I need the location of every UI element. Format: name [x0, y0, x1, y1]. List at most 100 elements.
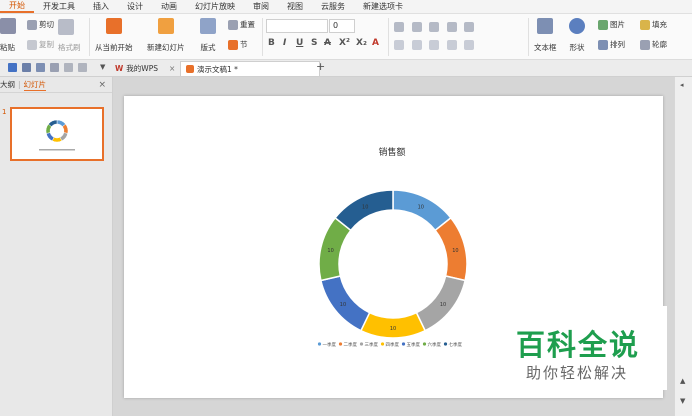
play-icon: [105, 18, 122, 34]
format-painter-button[interactable]: 格式刷: [58, 19, 81, 53]
copy-icon: [27, 39, 37, 50]
ribbon-divider: [528, 18, 529, 56]
align-center-icon[interactable]: [411, 40, 422, 50]
menu-bar: 开始 开发工具 插入 设计 动画 幻灯片放映 审阅 视图 云服务 新建选项卡: [0, 0, 692, 14]
tab-presentation[interactable]: 演示文稿1 *: [180, 61, 320, 76]
data-label: 10: [452, 248, 458, 254]
legend-label: 七季度: [449, 341, 463, 348]
tab-my-wps[interactable]: W 我的WPS ×: [110, 61, 180, 75]
panel-toggle-icon[interactable]: ◂: [680, 81, 684, 89]
redo-icon[interactable]: [78, 63, 87, 72]
legend-label: 六季度: [428, 341, 442, 348]
new-tab-button[interactable]: +: [316, 60, 325, 73]
decrease-indent-icon[interactable]: [429, 22, 440, 32]
text-direction-icon[interactable]: [464, 40, 475, 50]
font-name-field[interactable]: [266, 19, 328, 33]
print-icon[interactable]: [36, 63, 45, 72]
legend-label: 二季度: [344, 341, 358, 348]
font-color-button[interactable]: A: [372, 38, 379, 48]
vertical-scrollbar[interactable]: ◂ ▲ ▼: [674, 77, 692, 416]
shadow-button[interactable]: S: [311, 38, 317, 48]
bullet-list-icon[interactable]: [394, 22, 404, 32]
menu-tab[interactable]: 视图: [278, 0, 312, 13]
data-label: 10: [418, 204, 424, 210]
menu-tab[interactable]: 开发工具: [34, 0, 84, 13]
textbox-label: 文本框: [534, 43, 557, 52]
legend-marker: [359, 342, 364, 346]
play-from-current-label: 从当前开始: [95, 43, 133, 52]
watermark-logo: 百科全说 助你轻松解决: [492, 306, 667, 390]
increase-indent-icon[interactable]: [446, 22, 457, 32]
tab-divider: |: [18, 80, 21, 89]
legend-marker: [338, 342, 343, 346]
chevron-down-icon[interactable]: ▼: [100, 63, 105, 71]
watermark-subtitle: 助你轻松解决: [526, 364, 629, 382]
justify-icon[interactable]: [446, 40, 457, 50]
legend-label: 三季度: [365, 341, 379, 348]
italic-button[interactable]: I: [283, 38, 286, 48]
line-spacing-icon[interactable]: [464, 22, 475, 32]
outline-button[interactable]: 轮廓: [640, 39, 667, 50]
underline-button[interactable]: U: [296, 38, 303, 48]
play-from-current-button[interactable]: 从当前开始: [95, 18, 133, 53]
subscript-button[interactable]: X₂: [356, 38, 367, 48]
new-slide-icon: [157, 18, 174, 34]
menu-tab[interactable]: 云服务: [312, 0, 354, 13]
close-icon[interactable]: ×: [98, 80, 106, 90]
menu-tab[interactable]: 审阅: [244, 0, 278, 13]
section-button[interactable]: 节: [228, 39, 248, 50]
paste-button[interactable]: 粘贴: [0, 18, 16, 53]
legend-label: 一季度: [323, 341, 337, 348]
tab-slides[interactable]: 幻灯片: [23, 79, 47, 91]
slides-pane: 大纲 | 幻灯片 × 1: [0, 77, 113, 416]
bold-button[interactable]: B: [268, 38, 275, 48]
cut-label: 剪切: [39, 20, 54, 29]
copy-button[interactable]: 复制: [27, 39, 54, 50]
align-right-icon[interactable]: [429, 40, 440, 50]
ribbon-divider: [89, 18, 90, 56]
layout-icon: [200, 18, 216, 34]
menu-tab[interactable]: 幻灯片放映: [186, 0, 244, 13]
fill-button[interactable]: 填充: [640, 19, 667, 30]
menu-tab[interactable]: 开始: [0, 0, 34, 13]
slide-thumbnail[interactable]: [10, 107, 104, 161]
brush-icon: [58, 19, 74, 35]
tab-outline[interactable]: 大纲: [0, 79, 15, 90]
data-label: 10: [440, 302, 446, 308]
export-icon[interactable]: [22, 63, 31, 72]
tab-my-wps-label: 我的WPS: [126, 63, 158, 73]
align-left-icon[interactable]: [394, 40, 404, 50]
font-size-field[interactable]: 0: [329, 19, 355, 33]
strikethrough-button[interactable]: A: [324, 38, 331, 48]
scroll-down-icon[interactable]: ▼: [680, 397, 685, 405]
save-icon[interactable]: [8, 63, 17, 72]
shape-label: 形状: [569, 43, 585, 52]
numbered-list-icon[interactable]: [411, 22, 422, 32]
chart-slice[interactable]: [434, 216, 468, 282]
undo-icon[interactable]: [64, 63, 73, 72]
chart-slices: 10 10 10 10 10 10 10: [318, 189, 468, 339]
new-slide-button[interactable]: 新建幻灯片: [147, 18, 185, 53]
fill-icon: [640, 19, 650, 30]
superscript-button[interactable]: X²: [339, 38, 350, 48]
arrange-button[interactable]: 排列: [598, 39, 625, 50]
menu-tab[interactable]: 插入: [84, 0, 118, 13]
layout-button[interactable]: 版式: [200, 18, 216, 53]
picture-button[interactable]: 图片: [598, 19, 625, 30]
reset-button[interactable]: 重置: [228, 19, 255, 30]
data-label: 10: [327, 248, 333, 254]
new-slide-label: 新建幻灯片: [147, 43, 185, 52]
scroll-up-icon[interactable]: ▲: [680, 377, 685, 385]
menu-tab[interactable]: 动画: [152, 0, 186, 13]
close-icon[interactable]: ×: [169, 64, 175, 73]
preview-icon[interactable]: [50, 63, 59, 72]
textbox-button[interactable]: 文本框: [534, 18, 557, 53]
cut-button[interactable]: 剪切: [27, 19, 54, 30]
data-label: 10: [340, 302, 346, 308]
paragraph-tools: [394, 22, 524, 34]
menu-tab[interactable]: 新建选项卡: [354, 0, 412, 13]
legend-marker: [401, 342, 406, 346]
shape-button[interactable]: 形状: [569, 18, 585, 53]
menu-tab[interactable]: 设计: [118, 0, 152, 13]
arrange-icon: [598, 39, 608, 50]
